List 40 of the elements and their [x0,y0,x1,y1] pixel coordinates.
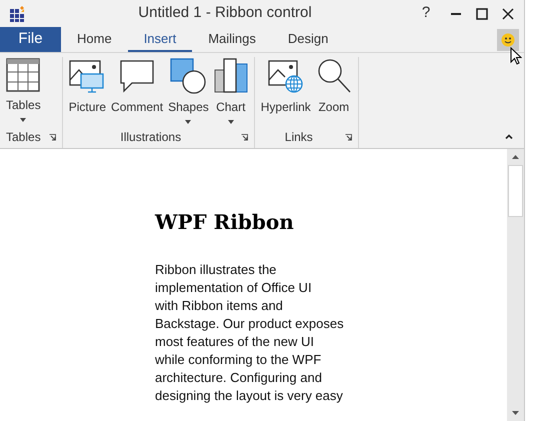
document-heading: WPF Ribbon [155,209,295,235]
ribbon-tab[interactable]: Design [272,27,344,52]
scrollbar-thumb[interactable] [508,165,523,217]
dialog-launcher-icon[interactable] [240,134,248,140]
ribbon-button[interactable]: Zoom [314,57,354,126]
group-label: Illustrations [119,129,182,146]
scroll-down-icon[interactable] [512,411,519,415]
ribbon-button[interactable]: Chart [212,57,250,126]
file-tab[interactable]: File [0,27,61,52]
vertical-scrollbar[interactable] [507,149,524,421]
group-label: Tables [6,129,41,146]
table-icon [6,58,40,92]
ribbon-tab[interactable]: Home [61,27,128,52]
help-button[interactable]: ? [414,2,438,25]
mouse-cursor-icon [510,47,522,65]
window-title: Untitled 1 - Ribbon control [138,3,312,24]
magnifier-icon [316,58,352,94]
ribbon-button[interactable]: Shapes [166,57,211,126]
ribbon-button[interactable]: Hyperlink [258,57,313,126]
ribbon-button[interactable]: Picture [66,57,108,126]
ribbon-button[interactable]: Comment [109,57,166,126]
ribbon-tab[interactable]: Mailings [192,27,272,52]
bar-chart-icon [214,58,248,94]
dialog-launcher-icon[interactable] [344,134,352,140]
speech-bubble-icon [119,58,156,94]
picture-globe-icon [268,58,304,94]
smiley-button[interactable] [497,29,519,51]
dialog-launcher-icon[interactable] [48,134,56,140]
close-icon[interactable] [502,8,514,20]
ribbon-button[interactable]: Tables [4,57,43,126]
smiley-icon [501,33,515,47]
ribbon-tab[interactable]: Insert [128,27,192,52]
picture-icon [69,58,106,94]
scroll-up-icon[interactable] [512,155,519,159]
maximize-icon[interactable] [476,8,488,20]
group-label: Links [284,129,314,146]
document-paragraph: Ribbon illustrates the implementation of Office UI with Ribbon items and Backstage. Our product exposes most features of the new UI while conforming to the WPF architecture. Configuring and designing the layout is very easy [155,261,345,405]
collapse-ribbon-icon[interactable] [505,134,513,139]
shapes-icon [170,58,206,94]
app-logo-icon [10,6,26,22]
